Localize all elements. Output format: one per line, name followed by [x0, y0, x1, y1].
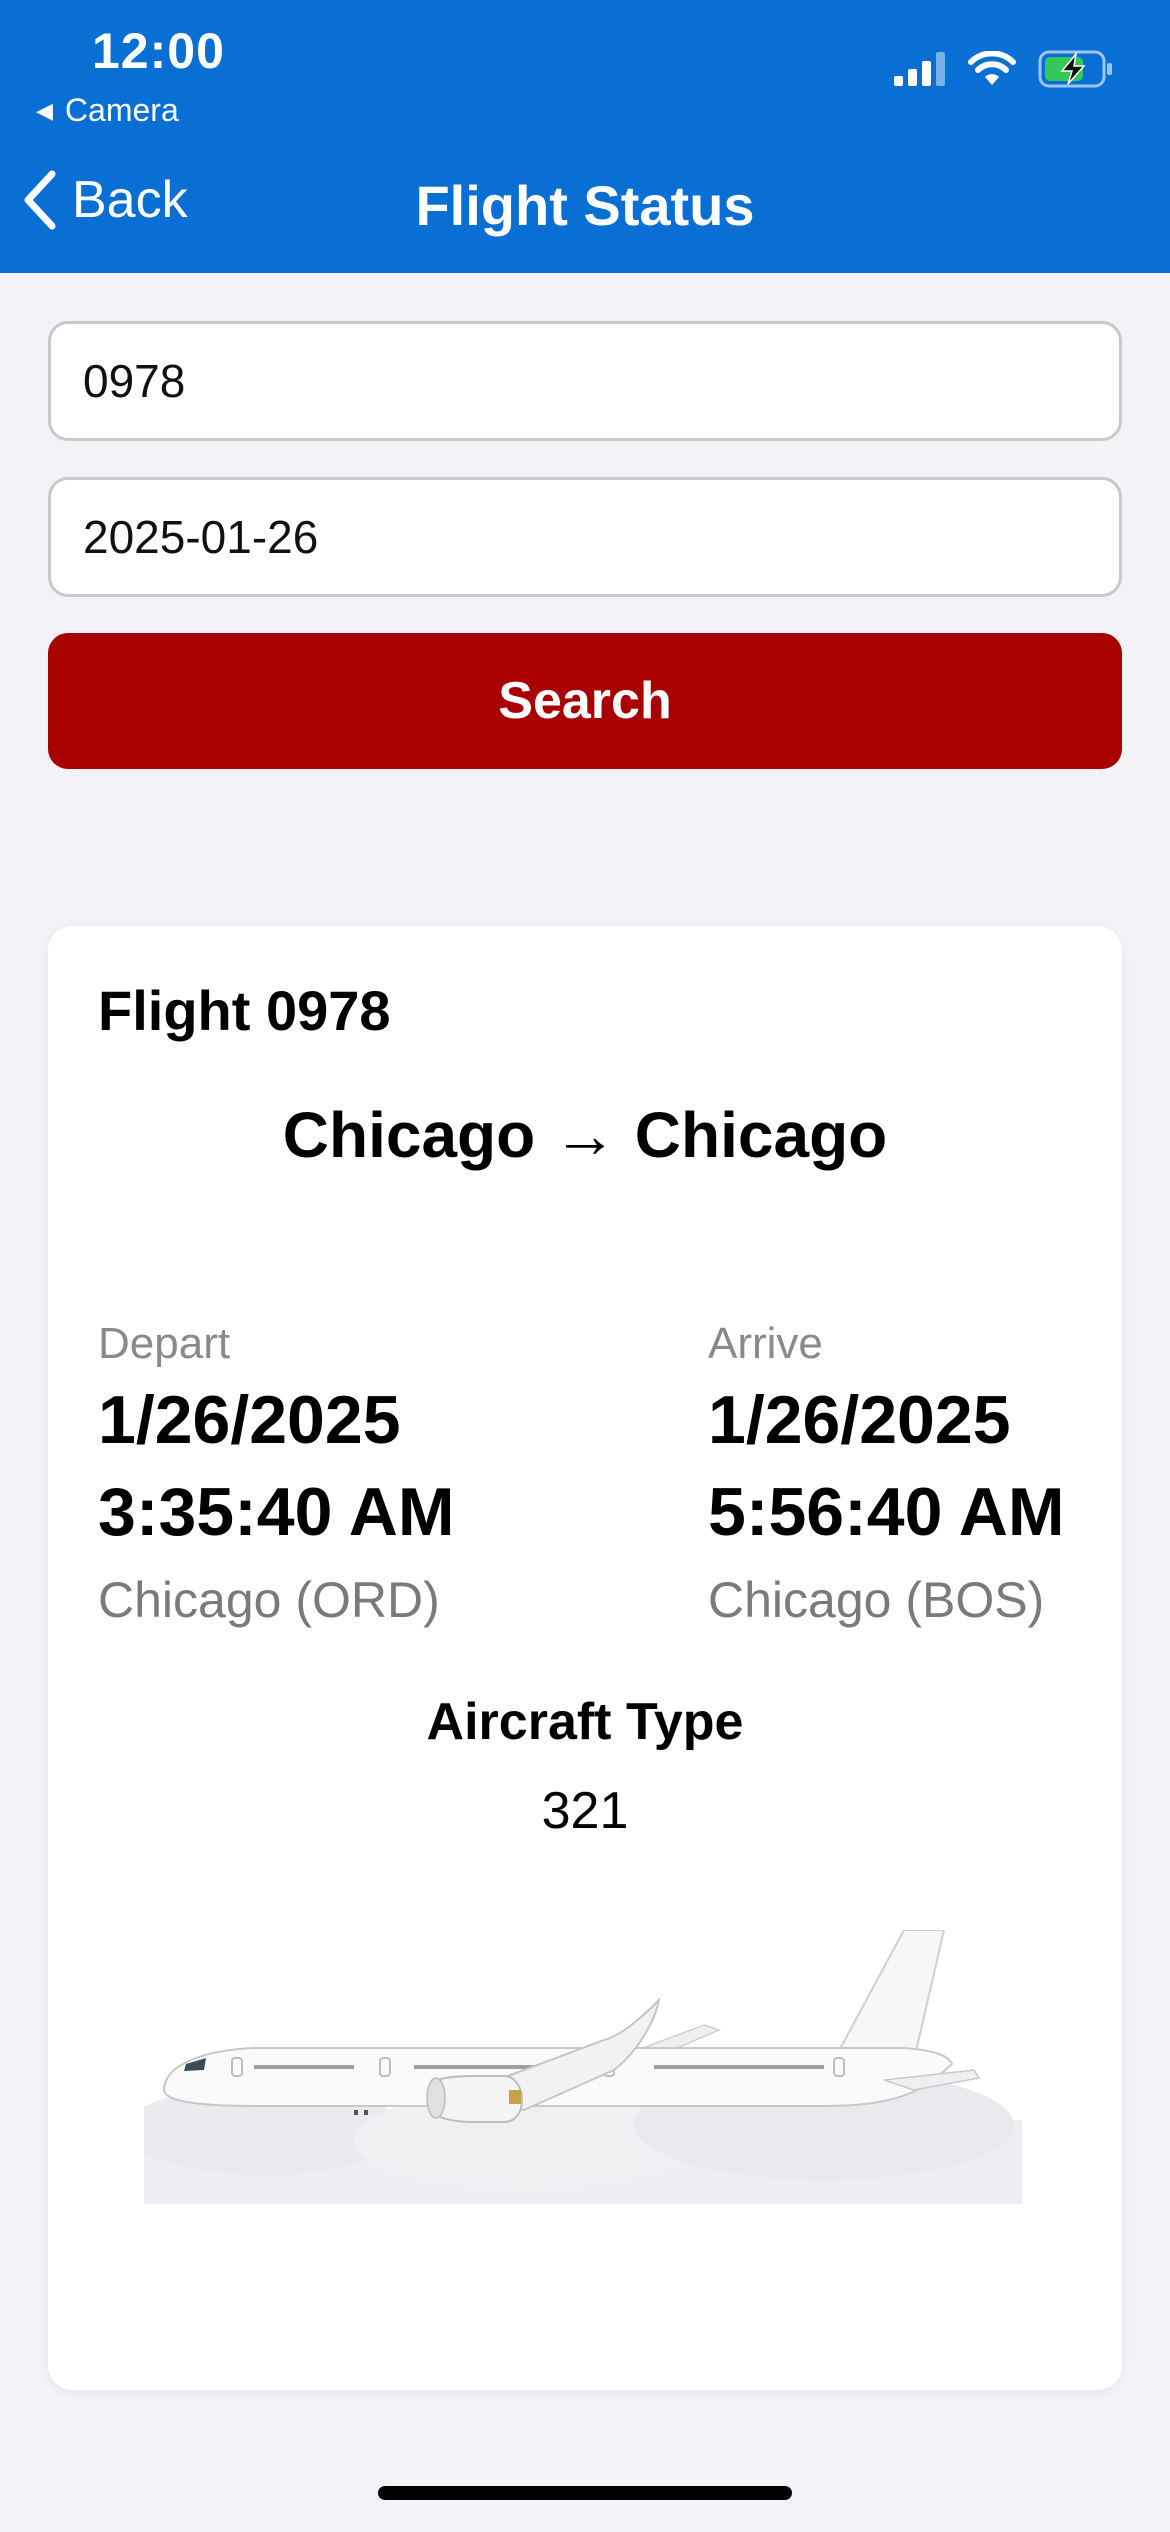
arrive-label: Arrive	[708, 1319, 823, 1368]
flight-number-input[interactable]: 0978	[48, 321, 1122, 441]
depart-date: 1/26/2025	[98, 1382, 401, 1458]
home-indicator[interactable]	[378, 2486, 792, 2500]
back-triangle-icon: ◀	[36, 97, 53, 123]
arrive-date: 1/26/2025	[708, 1382, 1011, 1458]
arrive-section: Arrive 1/26/2025 5:56:40 AM Chicago (BOS…	[708, 1314, 1065, 1642]
battery-charging-icon	[1038, 50, 1112, 88]
wifi-icon	[968, 51, 1016, 85]
status-back-to-app[interactable]: ◀ Camera	[36, 92, 179, 129]
aircraft-type-label: Aircraft Type	[426, 1693, 744, 1751]
arrive-city: Chicago (BOS)	[708, 1572, 1045, 1628]
status-time: 12:00	[92, 23, 225, 79]
aircraft-image	[124, 1929, 1022, 2204]
depart-city: Chicago (ORD)	[98, 1572, 440, 1628]
aircraft-type-value: 321	[541, 1782, 629, 1840]
depart-section: Depart 1/26/2025 3:35:40 AM Chicago (ORD…	[98, 1314, 455, 1642]
date-input[interactable]: 2025-01-26	[48, 477, 1122, 597]
flight-result-card: Flight 0978 Chicago → Chicago Depart 1/2…	[48, 926, 1122, 2390]
page-title: Flight Status	[415, 174, 755, 237]
flight-route: Chicago → Chicago	[282, 1099, 888, 1171]
app-header: 12:00 ◀ Camera Back Flight Status	[0, 0, 1170, 273]
depart-time: 3:35:40 AM	[98, 1474, 455, 1550]
status-icons	[894, 50, 1114, 88]
depart-label: Depart	[98, 1319, 231, 1368]
signal-icon	[894, 52, 945, 86]
status-back-app-label: Camera	[64, 92, 179, 128]
flight-title: Flight 0978	[98, 979, 391, 1042]
search-button[interactable]: Search	[48, 633, 1122, 769]
arrive-time: 5:56:40 AM	[708, 1474, 1065, 1550]
